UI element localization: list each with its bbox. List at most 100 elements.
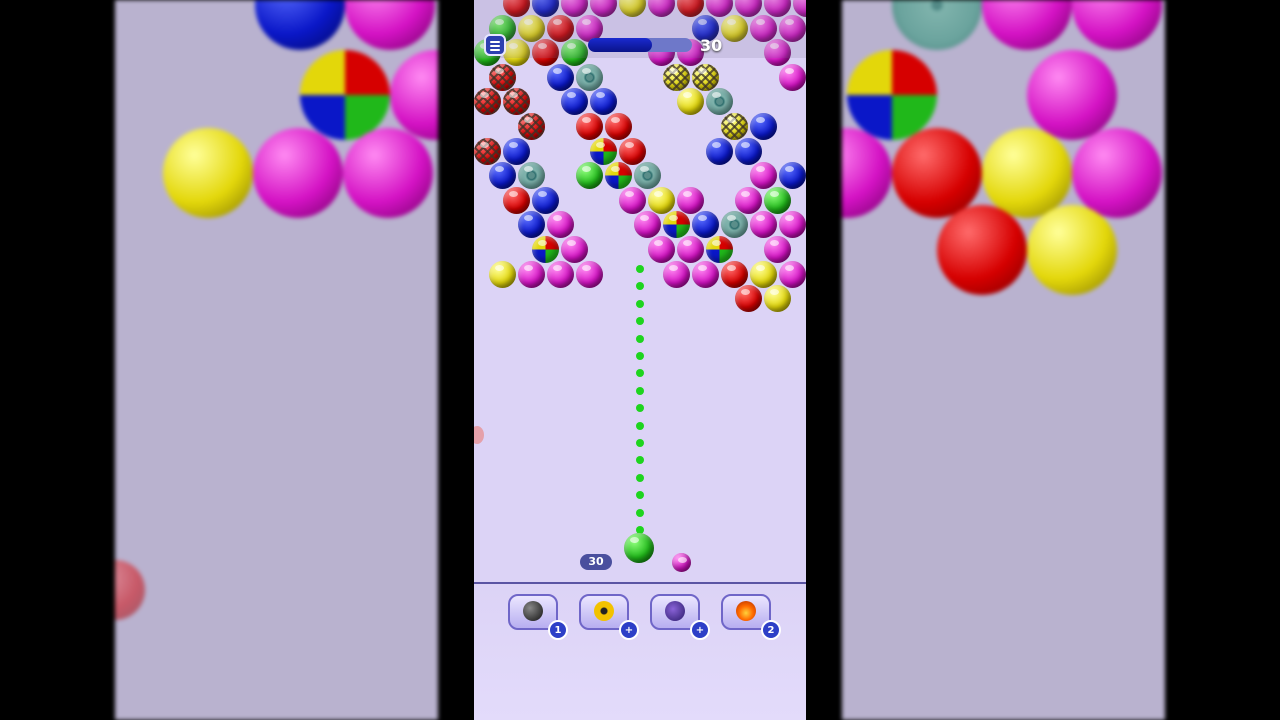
mixed-bubble — [604, 162, 632, 190]
blur-bubble — [982, 0, 1072, 50]
hamburger-icon — [490, 45, 500, 47]
magenta-bubble — [764, 236, 791, 263]
aim-dot — [636, 282, 644, 291]
caged-red-bubble — [474, 88, 501, 116]
mixed-bubble — [590, 137, 617, 165]
booster-count: + — [690, 620, 710, 640]
blue-bubble — [735, 137, 762, 165]
magenta-bubble — [546, 260, 574, 288]
blue-bubble — [561, 88, 588, 116]
green-bubble — [764, 186, 791, 214]
blur-bubble — [300, 50, 390, 140]
fire-booster-button[interactable]: 2 — [721, 594, 781, 640]
magenta-bubble — [677, 236, 704, 263]
aim-dot — [636, 456, 644, 465]
aim-dot — [636, 317, 644, 326]
blur-bubble — [255, 0, 345, 50]
green-bubble — [575, 162, 603, 190]
mixed-bubble — [706, 236, 733, 263]
magenta-bubble — [546, 211, 574, 239]
laser-booster-button[interactable]: + — [650, 594, 710, 640]
blur-bubble — [842, 128, 892, 218]
magenta-bubble — [517, 260, 545, 288]
teal-bubble — [517, 162, 545, 190]
edge-bubble-hint — [474, 426, 484, 444]
nuke-booster-button[interactable]: + — [579, 594, 639, 640]
blur-bubble — [345, 0, 435, 50]
hamburger-icon — [490, 49, 500, 51]
blue-bubble — [590, 88, 617, 116]
red-bubble — [575, 113, 603, 140]
blue-bubble — [706, 137, 733, 165]
magenta-bubble — [677, 186, 704, 214]
booster-count: 1 — [548, 620, 568, 640]
blur-bubble — [892, 128, 982, 218]
magenta-bubble — [561, 236, 588, 263]
blue-bubble — [778, 162, 806, 190]
next-bubble[interactable] — [672, 553, 691, 572]
blur-bubble — [253, 128, 343, 218]
left-blur-background — [115, 0, 438, 720]
level-progress-bar — [588, 38, 692, 52]
magenta-bubble — [778, 211, 806, 239]
magenta-bubble — [749, 162, 777, 190]
caged-red-bubble — [503, 88, 530, 116]
laser-icon — [665, 601, 685, 621]
bomb-booster-button[interactable]: 1 — [508, 594, 568, 640]
magenta-bubble — [648, 236, 675, 263]
blur-bubble — [1072, 0, 1162, 50]
aim-dot — [636, 265, 644, 273]
hamburger-icon — [490, 41, 500, 43]
teal-bubble — [633, 162, 661, 190]
play-area[interactable]: 30 30 — [474, 0, 806, 582]
blue-bubble — [488, 162, 516, 190]
yellow-bubble — [749, 260, 777, 288]
magenta-bubble — [619, 186, 646, 214]
blur-bubble — [892, 0, 982, 50]
booster-count: + — [619, 620, 639, 640]
magenta-bubble — [735, 186, 762, 214]
shooter-bubble[interactable] — [624, 533, 654, 563]
mixed-bubble — [662, 211, 690, 239]
aim-dot — [636, 421, 644, 430]
booster-panel: 1 + + 2 — [474, 582, 806, 720]
level-progress-fill — [588, 38, 653, 52]
blue-bubble — [503, 137, 530, 165]
magenta-bubble — [662, 260, 690, 288]
yellow-bubble — [764, 285, 791, 313]
teal-bubble — [720, 211, 748, 239]
blur-bubble — [390, 50, 438, 140]
blur-bubble — [1072, 128, 1162, 218]
aim-dot — [636, 386, 644, 395]
red-bubble — [735, 285, 762, 313]
blue-bubble — [749, 113, 777, 140]
caged-red-bubble — [474, 137, 501, 165]
blue-bubble — [546, 63, 574, 91]
radiation-icon — [594, 601, 614, 621]
caged-yellow-bubble — [691, 63, 719, 91]
aim-dot — [636, 369, 644, 378]
game-screen: 30 30 1 + + 2 — [474, 0, 806, 720]
yellow-bubble — [677, 88, 704, 116]
magenta-bubble — [575, 260, 603, 288]
aim-dot — [636, 404, 644, 413]
score: 30 — [700, 36, 723, 55]
blue-bubble — [532, 186, 559, 214]
magenta-bubble — [633, 211, 661, 239]
menu-button[interactable] — [484, 34, 506, 56]
blur-bubble — [163, 128, 253, 218]
red-bubble — [619, 137, 646, 165]
fire-icon — [736, 601, 756, 621]
magenta-bubble — [691, 260, 719, 288]
red-bubble — [604, 113, 632, 140]
blur-bubble — [115, 560, 145, 620]
magenta-bubble — [778, 63, 806, 91]
bomb-icon — [523, 601, 543, 621]
yellow-bubble — [488, 260, 516, 288]
aim-dot — [636, 352, 644, 360]
caged-yellow-bubble — [720, 113, 748, 140]
blue-bubble — [517, 211, 545, 239]
aim-dot — [636, 299, 644, 308]
red-bubble — [503, 186, 530, 214]
caged-red-bubble — [488, 63, 516, 91]
